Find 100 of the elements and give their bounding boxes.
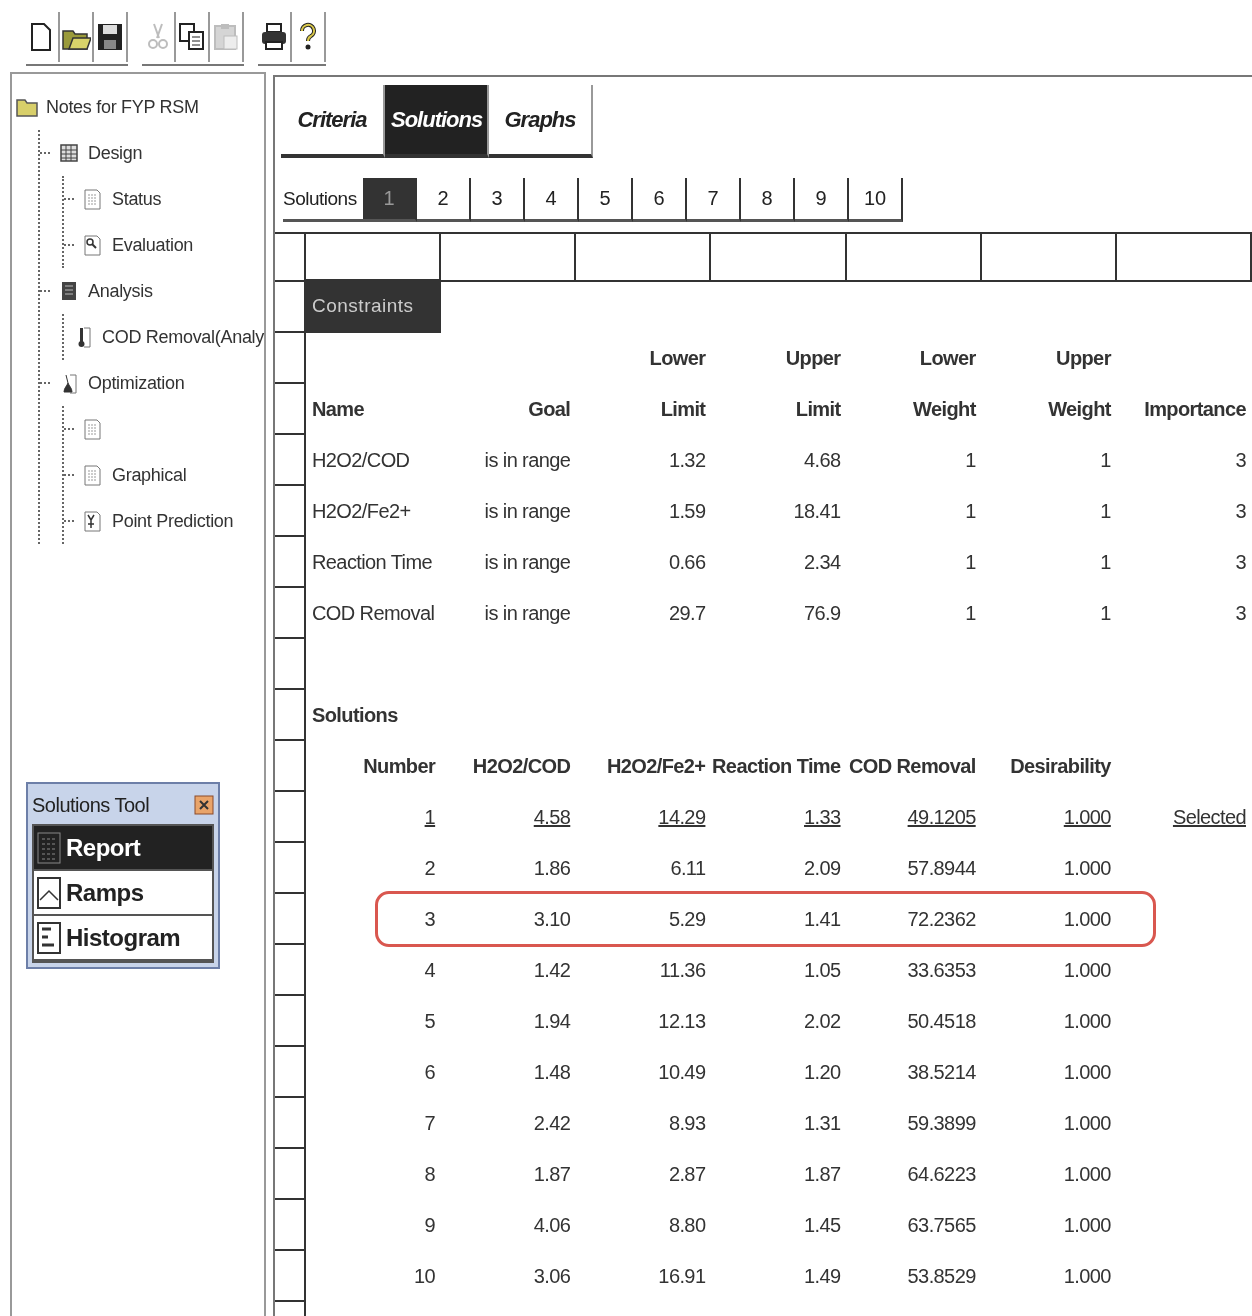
table-cell-text: is in range <box>483 499 572 524</box>
table-cell-text: 1.87 <box>532 1162 572 1187</box>
solution-tab[interactable]: 9 <box>795 178 849 222</box>
tab[interactable]: Criteria <box>281 85 385 158</box>
table-cell-text: 3.06 <box>532 1264 572 1289</box>
row-marker <box>275 1149 306 1200</box>
selected-link[interactable]: Selected <box>1116 792 1252 843</box>
tree-item[interactable]: Evaluation <box>112 234 194 256</box>
table-cell-text: is in range <box>483 550 572 575</box>
row-marker <box>275 741 306 792</box>
table-cell-text: 2.09 <box>803 856 842 881</box>
solution-tab[interactable]: 1 <box>363 178 417 222</box>
row-marker <box>275 945 306 996</box>
tree-item[interactable]: Optimization <box>88 372 185 394</box>
column-header: Limit <box>659 397 707 422</box>
table-icon <box>58 142 80 164</box>
column-header: Name <box>311 397 366 422</box>
table-cell-text: 63.7565 <box>906 1213 977 1238</box>
table-cell-text: 1.45 <box>803 1213 842 1238</box>
copy-icon <box>177 21 207 53</box>
tab[interactable]: Graphs <box>489 85 593 158</box>
table-cell-text: 4 <box>423 958 437 983</box>
close-button[interactable] <box>194 795 214 815</box>
solution-tab[interactable]: 6 <box>633 178 687 222</box>
table-cell-text: 57.8944 <box>906 856 977 881</box>
table-cell-text: 1 <box>423 805 437 830</box>
row-marker <box>275 588 306 639</box>
table-cell-text: 53.8529 <box>906 1264 977 1289</box>
table-cell-text: 1.000 <box>1062 856 1112 881</box>
tree-item[interactable]: Status <box>112 188 162 210</box>
table-cell-text: 1.49 <box>803 1264 842 1289</box>
table-cell-text: 2.87 <box>667 1162 707 1187</box>
table-cell-text: 6 <box>423 1060 437 1085</box>
row-marker <box>275 639 306 690</box>
row-marker <box>275 996 306 1047</box>
table-cell-text: 59.3899 <box>906 1111 977 1136</box>
row-marker <box>275 384 306 435</box>
row-marker <box>275 537 306 588</box>
tree-item[interactable]: COD Removal(Analy <box>102 326 264 348</box>
row-marker <box>275 1047 306 1098</box>
table-cell-text: 64.6223 <box>906 1162 977 1187</box>
table-cell-text: 12.13 <box>657 1009 707 1034</box>
table-cell-text: 1.000 <box>1062 805 1112 830</box>
column-header: Importance <box>1143 397 1247 422</box>
table-cell-text: 1.000 <box>1062 958 1112 983</box>
row-marker <box>275 486 306 537</box>
sheet-icon <box>82 464 104 486</box>
table-cell-text: 3 <box>1234 499 1247 524</box>
tree-item[interactable]: Design <box>88 142 143 164</box>
tab[interactable]: Solutions <box>385 85 489 158</box>
column-header: Limit <box>794 397 842 422</box>
column-header: Upper <box>784 346 842 371</box>
table-cell-text: 4.68 <box>803 448 842 473</box>
table-cell-text: 1.31 <box>803 1111 842 1136</box>
column-header: Goal <box>527 397 572 422</box>
solution-tab[interactable]: 2 <box>417 178 471 222</box>
column-header: Lower <box>918 346 977 371</box>
table-cell-text: 9 <box>423 1213 437 1238</box>
table-cell-text: 2.34 <box>803 550 842 575</box>
solution-tab[interactable]: 5 <box>579 178 633 222</box>
tree-item[interactable]: Graphical <box>112 464 187 486</box>
row-marker <box>275 792 306 843</box>
section-header: Constraints <box>306 279 442 333</box>
column-header: Upper <box>1055 346 1113 371</box>
table-cell-text: 1.000 <box>1062 1213 1112 1238</box>
solution-tab[interactable]: 8 <box>741 178 795 222</box>
solution-tab[interactable]: 10 <box>849 178 903 222</box>
column-header: Desirability <box>1009 754 1112 779</box>
table-cell-text: 10.49 <box>657 1060 707 1085</box>
table-cell-text: 72.2362 <box>906 907 977 932</box>
table-cell-text: 0.66 <box>667 550 707 575</box>
folder-icon <box>16 96 38 118</box>
tree-item[interactable]: Point Prediction <box>112 510 234 532</box>
table-cell-text: 7 <box>423 1111 437 1136</box>
solution-tab[interactable]: 4 <box>525 178 579 222</box>
table-cell-text: H2O2/COD <box>311 448 411 473</box>
section-title: Solutions <box>311 703 399 728</box>
table-cell-text: 1.000 <box>1062 907 1112 932</box>
solution-tab[interactable]: 7 <box>687 178 741 222</box>
table-cell-text: 33.6353 <box>906 958 977 983</box>
column-header: Reaction Time <box>711 754 842 779</box>
table-cell-text: 4.58 <box>532 805 572 830</box>
tree-item[interactable]: Analysis <box>88 280 153 302</box>
column-header: Weight <box>912 397 978 422</box>
tool-item[interactable]: Report <box>34 826 212 871</box>
project-title[interactable]: Notes for FYP RSM <box>46 96 199 118</box>
row-marker <box>275 690 306 741</box>
solution-tab[interactable]: 3 <box>471 178 525 222</box>
table-cell-text: 1.86 <box>532 856 572 881</box>
column-header: H2O2/Fe2+ <box>605 754 707 779</box>
table-cell-text: 1 <box>1099 499 1112 524</box>
table-cell-text: 4.06 <box>532 1213 572 1238</box>
table-cell-text: 3.10 <box>532 907 572 932</box>
row-marker <box>275 1098 306 1149</box>
table-cell-text: 3 <box>423 907 437 932</box>
toolbar-button[interactable] <box>60 12 94 62</box>
column-header: COD Removal <box>847 754 977 779</box>
table-cell-text: 8.93 <box>667 1111 707 1136</box>
table-cell-text: 1.42 <box>532 958 572 983</box>
toolbar-button[interactable] <box>176 12 210 62</box>
